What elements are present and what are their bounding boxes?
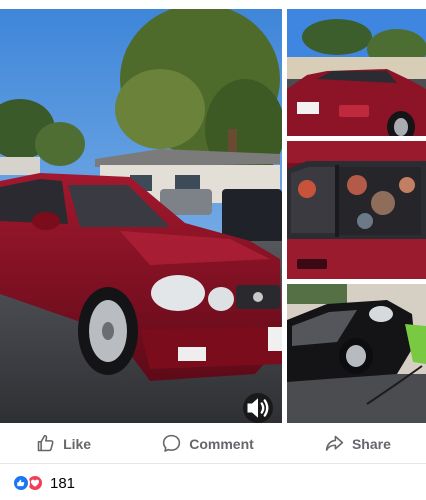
car-side-photo[interactable] (287, 284, 426, 423)
share-arrow-icon (325, 435, 344, 451)
share-button[interactable]: Share (314, 427, 401, 460)
car-window-photo[interactable] (287, 141, 426, 279)
thumbs-up-icon (37, 434, 54, 452)
car-side-photo-image (287, 284, 426, 423)
car-rear-photo-image (287, 9, 426, 136)
post-action-bar: Like Comment Share (0, 424, 426, 464)
share-label: Share (351, 435, 391, 452)
like-label: Like (63, 435, 92, 452)
comment-bubble-icon (163, 434, 181, 452)
like-button[interactable]: Like (25, 427, 101, 460)
main-car-photo[interactable] (0, 9, 282, 423)
car-rear-photo[interactable] (287, 9, 426, 136)
sound-toggle-button[interactable] (243, 393, 273, 423)
main-car-photo-image (0, 9, 282, 423)
photo-gallery (0, 0, 426, 424)
reaction-summary[interactable]: 181 (12, 472, 75, 494)
reaction-count: 181 (50, 474, 76, 492)
car-window-photo-image (287, 141, 426, 279)
comment-label: Comment (189, 435, 254, 452)
like-reaction-icon (12, 474, 30, 492)
speaker-icon (247, 398, 269, 418)
comment-button[interactable]: Comment (151, 427, 264, 460)
